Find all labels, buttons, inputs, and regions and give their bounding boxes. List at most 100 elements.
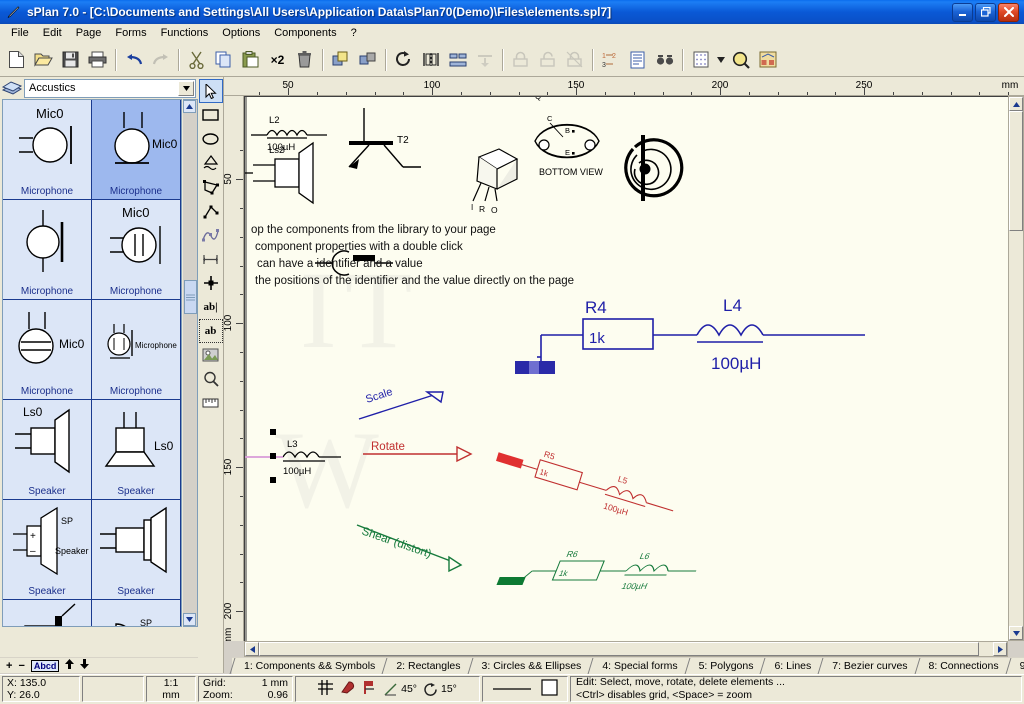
scroll-right-icon[interactable] <box>993 642 1007 656</box>
open-icon[interactable] <box>30 47 57 73</box>
minimize-button[interactable] <box>952 2 973 22</box>
tool-dimension[interactable] <box>199 247 223 271</box>
magnet-snap-icon[interactable] <box>340 680 355 698</box>
ungroup-icon[interactable] <box>354 47 381 73</box>
lib-item-mic-3[interactable]: Microphone <box>3 200 92 300</box>
tab-rectangles[interactable]: 2: Rectangles <box>384 658 470 674</box>
redo-icon[interactable] <box>147 47 174 73</box>
menu-help[interactable]: ? <box>344 25 364 41</box>
schematic-canvas[interactable]: I T W L2 100µH Ls2 T2 I R O C B E BOTTOM… <box>244 96 1008 641</box>
tool-text[interactable]: ab| <box>199 295 223 319</box>
tab-polygons[interactable]: 5: Polygons <box>686 658 763 674</box>
tab-bezier-curves[interactable]: 7: Bezier curves <box>820 658 917 674</box>
menu-components[interactable]: Components <box>267 25 343 41</box>
tool-textbox[interactable]: ab <box>198 319 223 343</box>
lib-item-mic-4[interactable]: Mic0 Microphone <box>92 200 181 300</box>
scroll-down-icon[interactable] <box>1009 626 1023 640</box>
tab-text-labels[interactable]: 9: Text labels <box>1007 658 1024 674</box>
align-icon[interactable] <box>444 47 471 73</box>
scroll-left-icon[interactable] <box>245 642 259 656</box>
save-icon[interactable] <box>57 47 84 73</box>
rotate-icon[interactable] <box>390 47 417 73</box>
library-scrollbar[interactable] <box>183 99 198 627</box>
scroll-up-icon[interactable] <box>1009 97 1023 111</box>
lib-item-mic-5[interactable]: Mic0 Microphone <box>3 300 92 400</box>
tool-picture[interactable] <box>199 343 223 367</box>
print-icon[interactable] <box>84 47 111 73</box>
canvas-vscroll-thumb[interactable] <box>1009 111 1023 231</box>
picture-icon[interactable] <box>754 47 781 73</box>
search-icon[interactable] <box>651 47 678 73</box>
library-grid[interactable]: Mic0 Microphone Mic0 Microphone Micropho… <box>2 99 182 627</box>
lock-icon[interactable] <box>507 47 534 73</box>
chevron-down-icon[interactable] <box>178 80 194 96</box>
delete-icon[interactable] <box>291 47 318 73</box>
tool-lines[interactable] <box>199 199 223 223</box>
library-scroll-thumb[interactable] <box>184 280 197 314</box>
unlock-icon[interactable] <box>534 47 561 73</box>
lib-item-speaker-1[interactable]: Ls0 Speaker <box>3 400 92 500</box>
tool-bezier[interactable] <box>199 223 223 247</box>
lib-item-speaker-3[interactable]: + – SP Speaker Speaker <box>3 500 92 600</box>
angle-snap-control[interactable]: 45° <box>384 683 417 696</box>
grid-dropdown-icon[interactable] <box>714 47 727 73</box>
library-group-combo[interactable]: Accustics <box>24 78 196 98</box>
lib-add-button[interactable]: + <box>6 660 12 672</box>
menu-options[interactable]: Options <box>215 25 267 41</box>
bom-list-icon[interactable] <box>624 47 651 73</box>
lib-item-speaker-5[interactable] <box>3 600 92 626</box>
tool-zoom[interactable] <box>199 367 223 391</box>
line-style-icon[interactable] <box>492 683 531 695</box>
mirror-icon[interactable] <box>417 47 444 73</box>
lib-remove-button[interactable]: − <box>18 660 24 672</box>
lib-item-mic-1[interactable]: Mic0 Microphone <box>3 100 92 200</box>
chevron-down-icon[interactable] <box>183 613 196 626</box>
duplicate-icon[interactable]: ×2 <box>264 47 291 73</box>
chevron-up-icon[interactable] <box>183 100 196 113</box>
paste-icon[interactable] <box>237 47 264 73</box>
tab-circles-ellipses[interactable]: 3: Circles && Ellipses <box>469 658 591 674</box>
status-style-preview[interactable] <box>482 676 568 702</box>
numbering-icon[interactable]: 123 <box>597 47 624 73</box>
zoom-icon[interactable] <box>727 47 754 73</box>
canvas-horizontal-scrollbar[interactable] <box>244 641 1008 657</box>
cut-icon[interactable] <box>183 47 210 73</box>
flip-icon[interactable] <box>471 47 498 73</box>
menu-file[interactable]: File <box>4 25 36 41</box>
undo-icon[interactable] <box>120 47 147 73</box>
rotate-step-control[interactable]: 15° <box>424 682 457 696</box>
tool-rectangle[interactable] <box>199 103 223 127</box>
menu-page[interactable]: Page <box>69 25 109 41</box>
lib-item-mic-2[interactable]: Mic0 Microphone <box>92 100 181 200</box>
menu-functions[interactable]: Functions <box>154 25 216 41</box>
lib-item-speaker-2[interactable]: Ls0 Speaker <box>92 400 181 500</box>
lib-item-speaker-4[interactable]: Speaker <box>92 500 181 600</box>
lib-item-speaker-6[interactable]: + SP <box>92 600 181 626</box>
lib-rename-button[interactable]: Abcd <box>30 659 60 672</box>
tab-components-symbols[interactable]: 1: Components && Symbols <box>232 658 385 674</box>
tool-polygon[interactable] <box>199 175 223 199</box>
grid-icon[interactable] <box>687 47 714 73</box>
close-button[interactable] <box>998 2 1019 22</box>
origin-icon[interactable] <box>362 680 377 698</box>
tool-connection[interactable] <box>199 271 223 295</box>
lock-all-icon[interactable] <box>561 47 588 73</box>
copy-icon[interactable] <box>210 47 237 73</box>
menu-forms[interactable]: Forms <box>108 25 153 41</box>
menu-edit[interactable]: Edit <box>36 25 69 41</box>
tool-special-forms[interactable] <box>199 151 223 175</box>
tool-select[interactable] <box>198 79 223 103</box>
tab-connections[interactable]: 8: Connections <box>916 658 1008 674</box>
lib-item-mic-6[interactable]: Microphone Microphone <box>92 300 181 400</box>
canvas-vertical-scrollbar[interactable] <box>1008 96 1024 641</box>
new-icon[interactable] <box>3 47 30 73</box>
lib-move-down-button[interactable] <box>80 659 90 672</box>
tab-lines[interactable]: 6: Lines <box>762 658 821 674</box>
group-icon[interactable] <box>327 47 354 73</box>
tool-ellipse[interactable] <box>199 127 223 151</box>
tab-special-forms[interactable]: 4: Special forms <box>590 658 687 674</box>
grid-toggle-icon[interactable] <box>318 680 334 698</box>
canvas-hscroll-thumb[interactable] <box>259 642 979 656</box>
restore-button[interactable] <box>975 2 996 22</box>
tool-ruler[interactable] <box>199 391 223 415</box>
